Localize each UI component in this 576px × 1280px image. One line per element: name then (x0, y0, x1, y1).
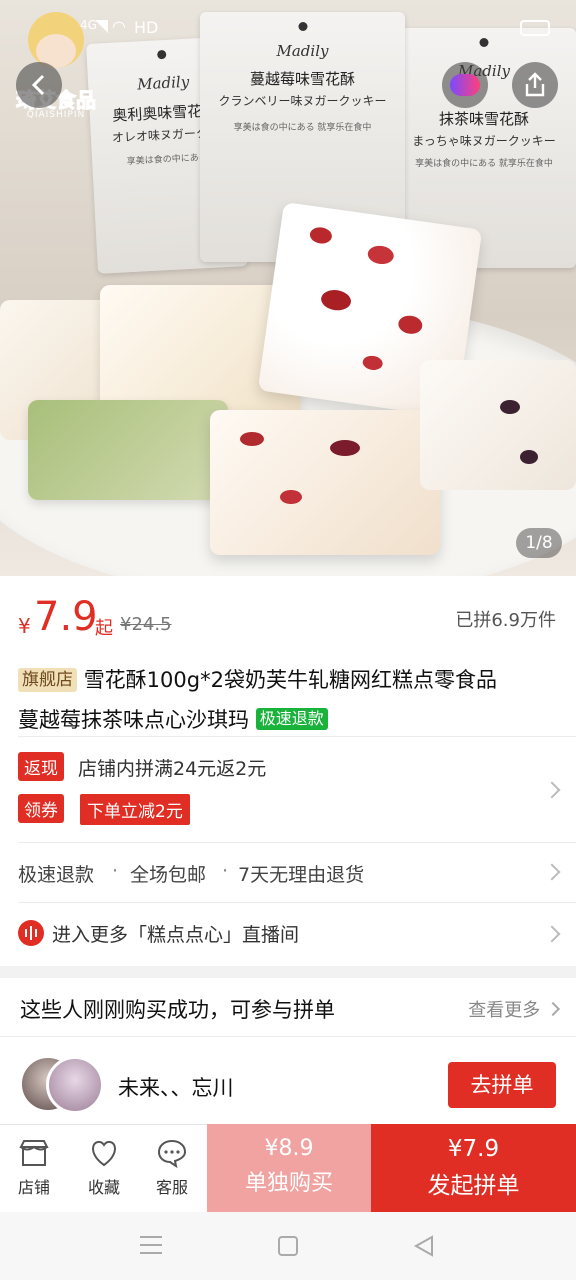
store-logo: 琦艾食品 QIAISHIPIN (6, 6, 106, 124)
price-currency: ¥ (18, 614, 31, 638)
coupon-value[interactable]: 下单立减2元 (80, 794, 190, 825)
share-button[interactable] (512, 62, 558, 108)
price-value: 7.9 (34, 594, 98, 640)
chat-icon (157, 1139, 187, 1168)
cashback-text: 店铺内拼满24元返2元 (78, 758, 267, 780)
matcha-nougat-piece (28, 400, 228, 500)
chevron-right-icon (545, 1001, 561, 1017)
buy-alone-button[interactable]: ¥8.9 单独购买 (207, 1124, 371, 1212)
back-button[interactable] (16, 62, 62, 108)
promo-section[interactable]: 返现 店铺内拼满24元返2元 领券 下单立减2元 (0, 748, 576, 828)
oreo-nougat-piece (420, 360, 576, 490)
live-icon (450, 74, 480, 96)
service-guarantees[interactable]: 极速退款 · 全场包邮 · 7天无理由退货 (0, 842, 576, 902)
cranberry-nougat-piece (210, 410, 440, 555)
product-info: ¥ 7.9 起 ¥24.5 已拼6.9万件 旗舰店 雪花酥100g*2袋奶芙牛轧… (0, 576, 576, 966)
store-icon (19, 1140, 49, 1166)
live-bubble-button[interactable] (442, 62, 488, 108)
back-icon[interactable] (412, 1234, 436, 1258)
live-audio-icon (18, 920, 44, 946)
live-room-entry[interactable]: 进入更多「糕点点心」直播间 (0, 902, 576, 964)
chevron-left-icon (31, 74, 45, 96)
share-icon (525, 72, 545, 97)
wifi-icon: ◠ (112, 17, 126, 36)
sold-count: 已拼6.9万件 (455, 610, 556, 631)
group-buy-section: 这些人刚刚购买成功，可参与拼单 查看更多 未来、、忘川 去拼单 (0, 978, 576, 1124)
heart-icon (92, 1140, 116, 1167)
coupon-tag: 领券 (18, 794, 64, 823)
system-navigation-bar (0, 1212, 576, 1280)
bottom-action-bar: 店铺 收藏 客服 ¥8.9 单独购买 ¥7.9 发起拼单 (0, 1124, 576, 1212)
start-group-buy-button[interactable]: ¥7.9 发起拼单 (371, 1124, 576, 1212)
image-pager: 1/8 (516, 528, 562, 558)
chevron-right-icon (543, 863, 561, 881)
price-suffix: 起 (95, 618, 113, 639)
store-tab[interactable]: 店铺 (0, 1124, 68, 1212)
customer-service-tab[interactable]: 客服 (138, 1124, 206, 1212)
join-group-button[interactable]: 去拼单 (448, 1062, 556, 1108)
chevron-right-icon (543, 925, 561, 943)
product-image-carousel[interactable]: Madily 奥利奥味雪花酥 オレオ味ヌガークッ 享美は食の中にある Madil… (0, 0, 576, 576)
battery-icon (520, 20, 550, 36)
view-more-link[interactable]: 查看更多 (468, 996, 561, 1022)
flagship-tag: 旗舰店 (18, 668, 77, 692)
avatar (46, 1056, 104, 1114)
group-header: 这些人刚刚购买成功，可参与拼单 (20, 998, 335, 1022)
fast-refund-tag: 极速退款 (255, 708, 328, 730)
favorite-tab[interactable]: 收藏 (70, 1124, 138, 1212)
cashback-tag: 返现 (18, 752, 64, 781)
product-title: 旗舰店 雪花酥100g*2袋奶芙牛轧糖网红糕点零食品 蔓越莓抹茶味点心沙琪玛 极… (18, 668, 497, 732)
home-icon[interactable] (278, 1236, 298, 1256)
chevron-right-icon (543, 781, 561, 799)
group-user-name: 未来、、忘川 (118, 1076, 234, 1100)
original-price: ¥24.5 (120, 614, 172, 635)
menu-icon[interactable] (140, 1236, 162, 1254)
